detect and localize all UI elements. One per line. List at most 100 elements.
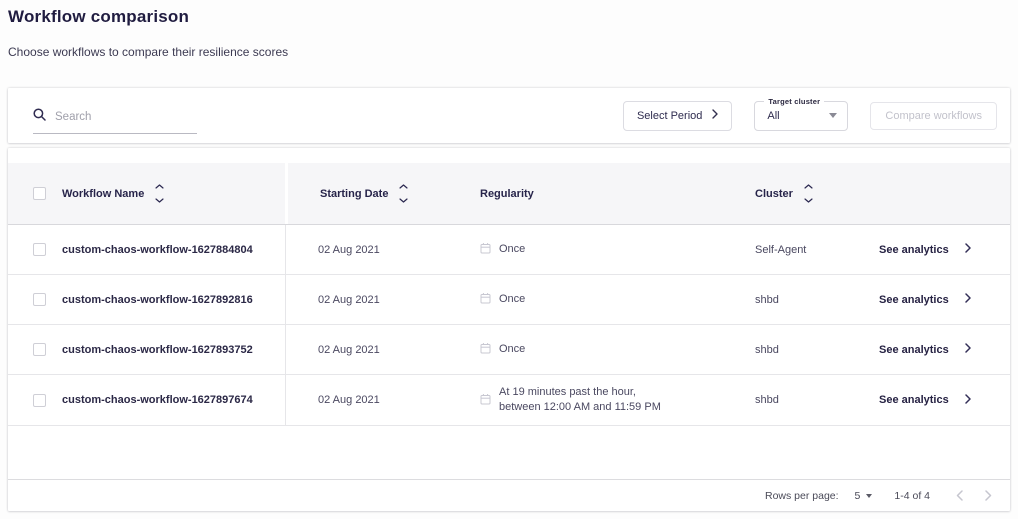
- pagination-range-label: 1-4 of 4: [894, 490, 930, 502]
- row-checkbox-cell: [8, 225, 62, 274]
- workflow-name-text: custom-chaos-workflow-1627897674: [62, 394, 253, 406]
- cluster-text: shbd: [755, 344, 779, 356]
- rows-per-page-select[interactable]: 5: [855, 490, 873, 502]
- next-page-icon[interactable]: [985, 490, 992, 501]
- workflow-comparison-page: Workflow comparison Choose workflows to …: [0, 7, 1018, 531]
- calendar-icon: [480, 342, 491, 357]
- workflow-name-header-label: Workflow Name: [62, 188, 144, 200]
- table-body: custom-chaos-workflow-1627884804 02 Aug …: [8, 225, 1010, 426]
- regularity-cell: Once: [460, 275, 740, 324]
- sort-asc-icon[interactable]: [399, 184, 408, 189]
- calendar-icon: [480, 393, 491, 408]
- regularity-cell: Once: [460, 225, 740, 274]
- rows-per-page-label: Rows per page:: [765, 490, 839, 502]
- target-cluster-select[interactable]: Target cluster All: [754, 101, 848, 131]
- pagination-bar: Rows per page: 5 1-4 of 4: [8, 479, 1010, 511]
- starting-date-sort: [399, 184, 408, 203]
- cluster-cell: shbd: [740, 325, 860, 374]
- starting-date-cell: 02 Aug 2021: [285, 225, 460, 274]
- chevron-right-icon: [712, 109, 718, 122]
- workflow-name-text: custom-chaos-workflow-1627893752: [62, 344, 253, 356]
- starting-date-text: 02 Aug 2021: [318, 344, 380, 356]
- sort-asc-icon[interactable]: [155, 184, 164, 189]
- see-analytics-label: See analytics: [879, 294, 949, 306]
- target-cluster-label: Target cluster: [764, 97, 824, 106]
- analytics-cell: See analytics: [860, 225, 1010, 274]
- row-checkbox-cell: [8, 275, 62, 324]
- starting-date-cell: 02 Aug 2021: [285, 325, 460, 374]
- compare-workflows-label: Compare workflows: [885, 110, 982, 122]
- analytics-cell: See analytics: [860, 275, 1010, 324]
- regularity-text: Once: [499, 342, 525, 357]
- compare-workflows-button[interactable]: Compare workflows: [870, 102, 997, 130]
- row-checkbox[interactable]: [33, 394, 46, 407]
- select-all-checkbox[interactable]: [33, 187, 46, 200]
- column-header-cluster: Cluster: [740, 163, 860, 224]
- chevron-right-icon: [965, 394, 971, 407]
- search-input[interactable]: [55, 111, 185, 123]
- next-section-edge: [0, 519, 1018, 531]
- workflow-name-text: custom-chaos-workflow-1627884804: [62, 244, 253, 256]
- cluster-cell: shbd: [740, 375, 860, 425]
- table-row[interactable]: custom-chaos-workflow-1627884804 02 Aug …: [8, 225, 1010, 275]
- row-checkbox[interactable]: [33, 343, 46, 356]
- see-analytics-link[interactable]: See analytics: [879, 293, 971, 306]
- starting-date-header-label: Starting Date: [320, 188, 388, 200]
- table-row[interactable]: custom-chaos-workflow-1627892816 02 Aug …: [8, 275, 1010, 325]
- regularity-text: At 19 minutes past the hour, between 12:…: [499, 385, 671, 415]
- starting-date-cell: 02 Aug 2021: [285, 275, 460, 324]
- regularity-cell: At 19 minutes past the hour, between 12:…: [460, 375, 740, 425]
- see-analytics-link[interactable]: See analytics: [879, 343, 971, 356]
- previous-page-icon[interactable]: [956, 490, 963, 501]
- sort-desc-icon[interactable]: [399, 198, 408, 203]
- workflow-name-cell: custom-chaos-workflow-1627893752: [62, 325, 285, 374]
- select-period-button[interactable]: Select Period: [623, 101, 732, 131]
- see-analytics-link[interactable]: See analytics: [879, 394, 971, 407]
- calendar-icon: [480, 292, 491, 307]
- sort-desc-icon[interactable]: [804, 198, 813, 203]
- table-empty-space: [8, 426, 1010, 479]
- cluster-cell: Self-Agent: [740, 225, 860, 274]
- table-row[interactable]: custom-chaos-workflow-1627897674 02 Aug …: [8, 375, 1010, 426]
- workflows-table-card: Workflow Name Starting Date Regularity C…: [8, 148, 1010, 511]
- analytics-cell: See analytics: [860, 325, 1010, 374]
- workflow-name-text: custom-chaos-workflow-1627892816: [62, 294, 253, 306]
- column-header-regularity: Regularity: [460, 163, 740, 224]
- header-checkbox-cell: [8, 163, 62, 224]
- starting-date-text: 02 Aug 2021: [318, 244, 380, 256]
- starting-date-cell: 02 Aug 2021: [285, 375, 460, 425]
- row-checkbox[interactable]: [33, 243, 46, 256]
- row-checkbox-cell: [8, 325, 62, 374]
- row-checkbox[interactable]: [33, 293, 46, 306]
- starting-date-text: 02 Aug 2021: [318, 394, 380, 406]
- see-analytics-label: See analytics: [879, 394, 949, 406]
- cluster-cell: shbd: [740, 275, 860, 324]
- target-cluster-value: All: [767, 110, 829, 122]
- chevron-right-icon: [965, 343, 971, 356]
- cluster-text: Self-Agent: [755, 244, 806, 256]
- workflow-name-cell: custom-chaos-workflow-1627884804: [62, 225, 285, 274]
- cluster-sort: [804, 184, 813, 203]
- toolbar-card: Select Period Target cluster All Compare…: [8, 88, 1010, 143]
- sort-asc-icon[interactable]: [804, 184, 813, 189]
- regularity-wrap: Once: [480, 342, 525, 357]
- pagination-nav: [956, 490, 992, 501]
- regularity-header-label: Regularity: [480, 188, 534, 200]
- starting-date-text: 02 Aug 2021: [318, 294, 380, 306]
- chevron-right-icon: [965, 293, 971, 306]
- regularity-wrap: Once: [480, 292, 525, 307]
- select-period-label: Select Period: [637, 110, 702, 122]
- sort-desc-icon[interactable]: [155, 198, 164, 203]
- analytics-cell: See analytics: [860, 375, 1010, 425]
- table-header-row: Workflow Name Starting Date Regularity C…: [8, 163, 1010, 225]
- column-header-actions: [860, 163, 1010, 224]
- see-analytics-link[interactable]: See analytics: [879, 243, 971, 256]
- table-row[interactable]: custom-chaos-workflow-1627893752 02 Aug …: [8, 325, 1010, 375]
- column-header-starting-date: Starting Date: [285, 163, 460, 224]
- cluster-text: shbd: [755, 294, 779, 306]
- regularity-wrap: At 19 minutes past the hour, between 12:…: [480, 385, 671, 415]
- chevron-down-icon: [829, 113, 837, 118]
- cluster-header-label: Cluster: [755, 188, 793, 200]
- regularity-cell: Once: [460, 325, 740, 374]
- see-analytics-label: See analytics: [879, 244, 949, 256]
